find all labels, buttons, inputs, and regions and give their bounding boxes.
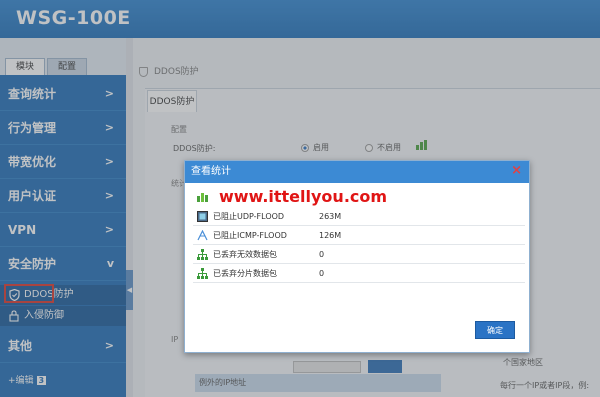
ok-button[interactable]: 确定 (475, 321, 515, 339)
network-icon (197, 268, 208, 279)
stat-label: 已丢弃无效数据包 (213, 250, 277, 259)
stat-row-icmp: 已阻止ICMP-FLOOD 126M (193, 226, 525, 245)
watermark: www.ittellyou.com (219, 187, 388, 206)
stat-value: 0 (319, 250, 325, 259)
stat-label: 已丢弃分片数据包 (213, 269, 277, 278)
stat-row-fragment: 已丢弃分片数据包 0 (193, 264, 525, 283)
udp-icon (197, 211, 208, 222)
dialog-header: 查看统计 (185, 161, 529, 183)
dialog-title: 查看统计 (191, 166, 231, 177)
stats-dialog: 查看统计 × www.ittellyou.com 已阻止UDP-FLOOD 26… (184, 160, 530, 353)
stat-label: 已阻止UDP-FLOOD (213, 212, 285, 221)
stat-value: 126M (319, 231, 342, 240)
stat-label: 已阻止ICMP-FLOOD (213, 231, 287, 240)
icmp-icon (197, 230, 208, 241)
network-icon (197, 249, 208, 260)
stat-row-udp: 已阻止UDP-FLOOD 263M (193, 207, 525, 226)
stat-value: 0 (319, 269, 325, 278)
bar-chart-icon (197, 193, 208, 202)
close-icon[interactable]: × (511, 163, 522, 178)
stat-value: 263M (319, 212, 342, 221)
stat-row-invalid: 已丢弃无效数据包 0 (193, 245, 525, 264)
